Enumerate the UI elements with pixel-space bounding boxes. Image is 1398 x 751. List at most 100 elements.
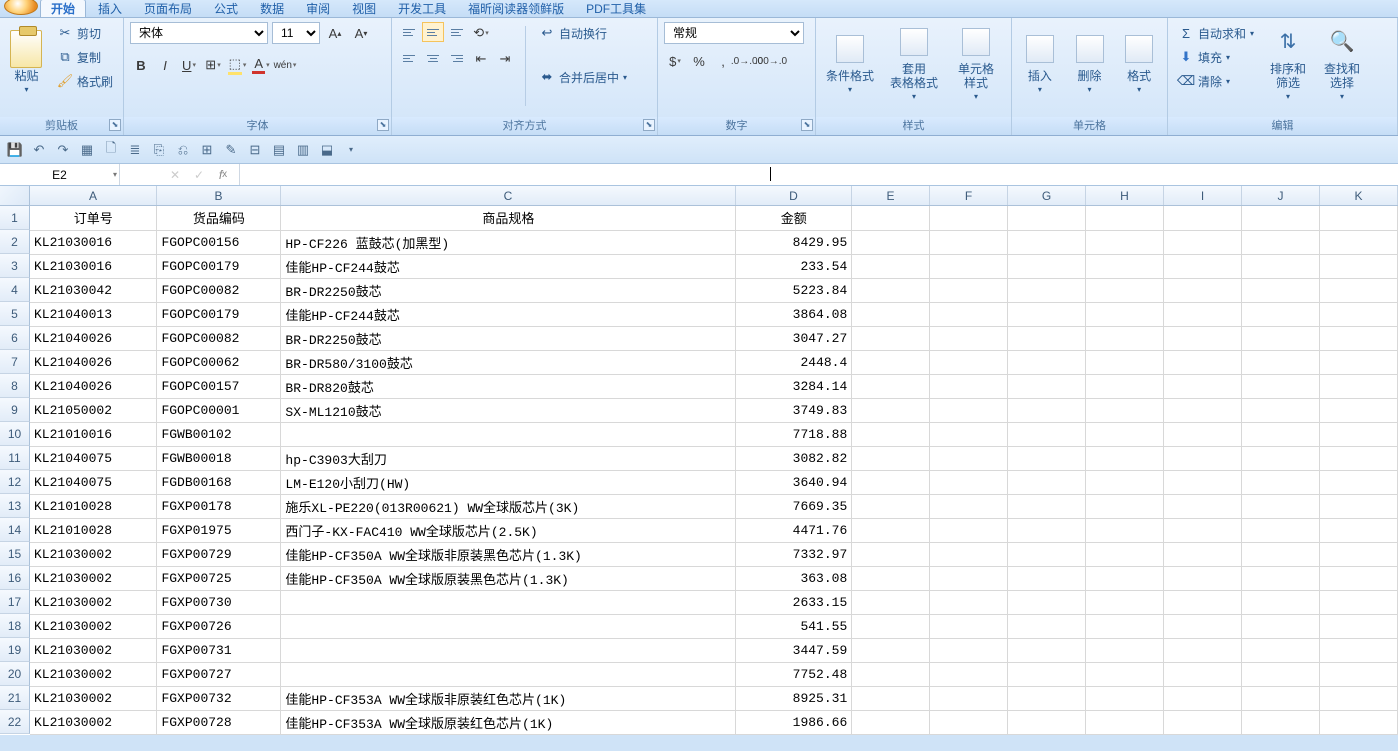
cell[interactable]: 3047.27 [736, 326, 852, 350]
cell[interactable]: KL21040026 [30, 374, 157, 398]
cell[interactable] [1164, 326, 1242, 350]
fill-button[interactable]: ⬇填充 ▾ [1174, 46, 1258, 68]
cell[interactable] [852, 374, 930, 398]
cell[interactable]: KL21010016 [30, 422, 157, 446]
cell[interactable] [852, 542, 930, 566]
cell[interactable] [1242, 326, 1320, 350]
office-button[interactable] [4, 0, 38, 15]
cell[interactable] [1242, 398, 1320, 422]
cell[interactable] [1242, 494, 1320, 518]
cell[interactable] [930, 254, 1008, 278]
cell[interactable]: 2633.15 [736, 590, 852, 614]
cell[interactable] [852, 566, 930, 590]
cell[interactable] [1086, 662, 1164, 686]
phonetic-button[interactable]: wén▾ [274, 54, 296, 76]
cell[interactable]: 4471.76 [736, 518, 852, 542]
cell[interactable]: FGXP00728 [157, 710, 281, 734]
cell[interactable] [1164, 254, 1242, 278]
cell[interactable] [1319, 614, 1397, 638]
cell[interactable]: 佳能HP-CF350A WW全球版非原装黑色芯片(1.3K) [281, 542, 736, 566]
fill-color-button[interactable]: ⬚▾ [226, 54, 248, 76]
cell[interactable] [930, 326, 1008, 350]
cell[interactable] [1319, 230, 1397, 254]
cell[interactable] [1008, 590, 1086, 614]
cell[interactable]: KL21010028 [30, 494, 157, 518]
cell[interactable]: FGXP01975 [157, 518, 281, 542]
cell[interactable] [1164, 542, 1242, 566]
cell[interactable]: KL21030002 [30, 614, 157, 638]
column-header-F[interactable]: F [930, 186, 1008, 205]
cell[interactable] [1086, 566, 1164, 590]
cell[interactable] [1008, 566, 1086, 590]
autosum-button[interactable]: Σ自动求和 ▾ [1174, 22, 1258, 44]
cell[interactable] [1008, 422, 1086, 446]
cell[interactable] [1086, 638, 1164, 662]
cell[interactable] [1008, 398, 1086, 422]
cell[interactable]: FGXP00178 [157, 494, 281, 518]
tab-view[interactable]: 视图 [342, 0, 386, 17]
cell[interactable] [1086, 374, 1164, 398]
cell[interactable] [1086, 422, 1164, 446]
cell[interactable] [930, 566, 1008, 590]
italic-button[interactable]: I [154, 54, 176, 76]
cell[interactable] [1164, 350, 1242, 374]
cell[interactable] [1242, 542, 1320, 566]
cell[interactable]: FGOPC00157 [157, 374, 281, 398]
cell[interactable] [1086, 278, 1164, 302]
cell[interactable] [852, 398, 930, 422]
cell[interactable]: FGXP00729 [157, 542, 281, 566]
cell[interactable] [1164, 590, 1242, 614]
cell[interactable] [852, 302, 930, 326]
cell[interactable] [1319, 422, 1397, 446]
cell[interactable] [1319, 206, 1397, 230]
fx-button[interactable]: fx [213, 166, 233, 184]
find-select-button[interactable]: 🔍查找和 选择▾ [1318, 22, 1366, 108]
merge-center-button[interactable]: ⬌合并后居中 ▾ [535, 66, 631, 88]
cell[interactable] [1008, 326, 1086, 350]
cell[interactable] [1008, 518, 1086, 542]
cell[interactable] [930, 470, 1008, 494]
cell[interactable] [1086, 206, 1164, 230]
tab-layout[interactable]: 页面布局 [134, 0, 202, 17]
row-header[interactable]: 10 [0, 422, 30, 446]
cell[interactable] [852, 278, 930, 302]
cell[interactable]: FGOPC00062 [157, 350, 281, 374]
formula-input[interactable] [240, 164, 1398, 185]
align-middle-button[interactable] [422, 22, 444, 42]
decrease-indent-button[interactable]: ⇤ [470, 48, 492, 70]
cell[interactable]: KL21030016 [30, 230, 157, 254]
cell[interactable] [1008, 614, 1086, 638]
orientation-button[interactable]: ⟲▾ [470, 22, 492, 44]
cell[interactable] [930, 638, 1008, 662]
cell[interactable] [1086, 398, 1164, 422]
cell[interactable] [1086, 302, 1164, 326]
cell[interactable] [1008, 686, 1086, 710]
cell[interactable]: FGXP00732 [157, 686, 281, 710]
cell[interactable] [930, 446, 1008, 470]
cell[interactable]: KL21040013 [30, 302, 157, 326]
cell[interactable] [1242, 374, 1320, 398]
cell[interactable]: FGXP00726 [157, 614, 281, 638]
qat-btn-13[interactable]: ▥ [294, 141, 312, 159]
row-header[interactable]: 19 [0, 638, 30, 662]
cell[interactable] [1008, 446, 1086, 470]
cell[interactable]: 8429.95 [736, 230, 852, 254]
decrease-decimal-button[interactable]: .00→.0 [760, 50, 782, 72]
tab-data[interactable]: 数据 [250, 0, 294, 17]
cell[interactable] [1008, 662, 1086, 686]
cell[interactable] [852, 206, 930, 230]
clear-button[interactable]: ⌫清除 ▾ [1174, 70, 1258, 92]
row-header[interactable]: 11 [0, 446, 30, 470]
cell[interactable] [1008, 302, 1086, 326]
qat-btn-9[interactable]: ⊞ [198, 141, 216, 159]
format-cells-button[interactable]: 格式▾ [1117, 22, 1161, 108]
cell[interactable] [1008, 494, 1086, 518]
cell[interactable] [1164, 302, 1242, 326]
cell[interactable]: 佳能HP-CF353A WW全球版非原装红色芯片(1K) [281, 686, 736, 710]
bold-button[interactable]: B [130, 54, 152, 76]
cell[interactable] [1242, 518, 1320, 542]
name-box[interactable]: E2▾ [0, 164, 120, 185]
cell[interactable] [1086, 326, 1164, 350]
cell[interactable] [1319, 278, 1397, 302]
align-center-button[interactable] [422, 48, 444, 68]
